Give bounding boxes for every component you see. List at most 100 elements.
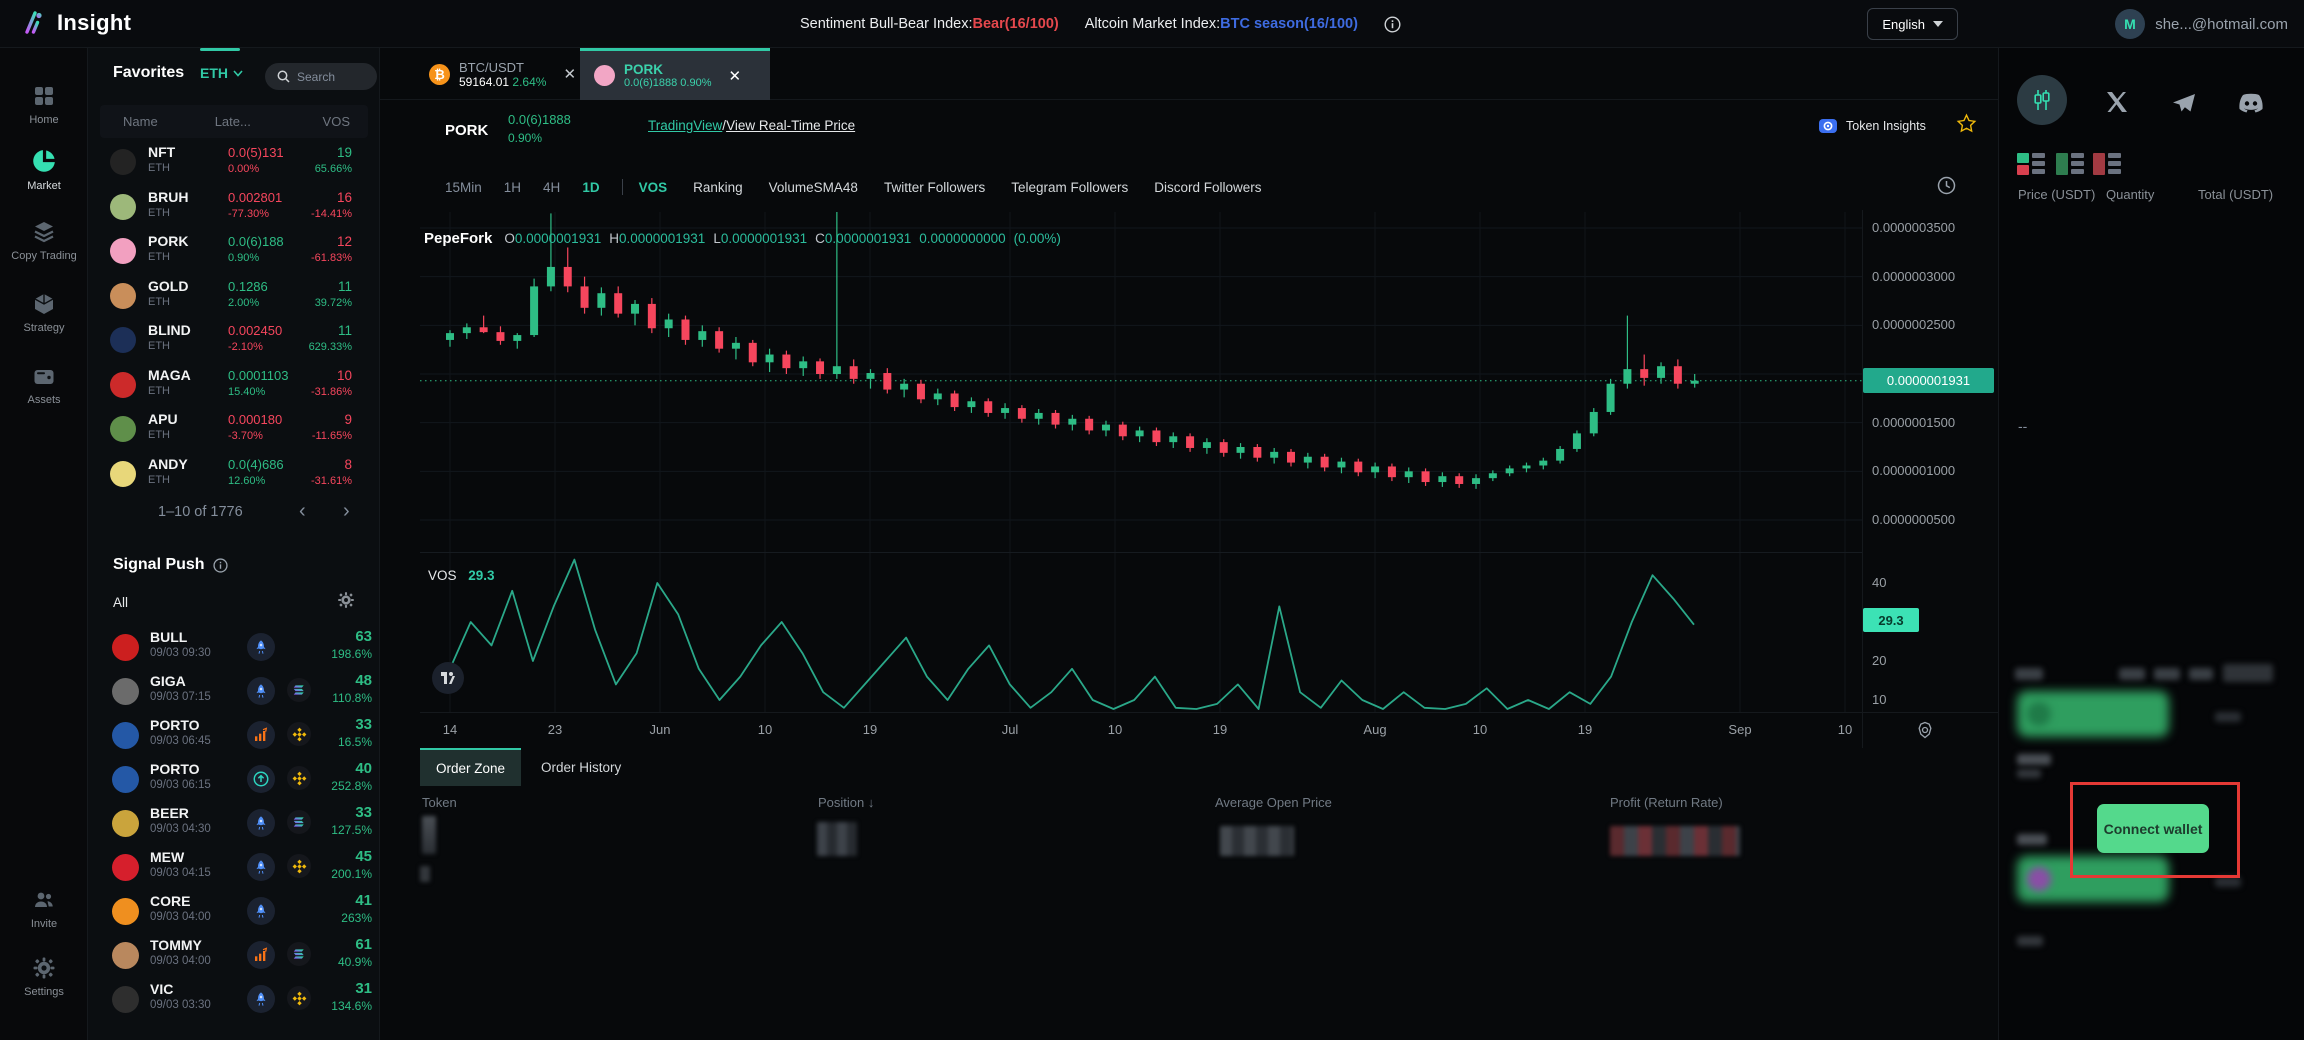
indicator-vos[interactable]: VOS — [639, 180, 668, 195]
tradingview-link[interactable]: TradingView — [648, 118, 722, 133]
orders-column-position[interactable]: Position ↓ — [818, 795, 874, 810]
tradingview-watermark-icon[interactable] — [432, 662, 464, 694]
discord-icon[interactable] — [2237, 93, 2265, 115]
search-input[interactable] — [297, 70, 367, 84]
vos-value-tag: 29.3 — [1863, 608, 1919, 632]
token-price: 0.002801 — [228, 190, 282, 205]
signal-row[interactable]: BULL 09/03 09:30 63 198.6% — [88, 626, 380, 670]
column-vos[interactable]: VOS — [323, 114, 350, 129]
signal-row[interactable]: TOMMY 09/03 04:00 61 40.9% — [88, 934, 380, 978]
x-twitter-icon[interactable] — [2105, 90, 2129, 114]
indicator-ranking[interactable]: Ranking — [693, 180, 743, 195]
signal-token-name: BULL — [150, 629, 187, 645]
orders-column-profit-return-rate-[interactable]: Profit (Return Rate) — [1610, 795, 1723, 810]
vos-indicator-chart[interactable] — [420, 552, 1998, 712]
book-view-bids-icon[interactable] — [2056, 153, 2086, 177]
time-tick: 23 — [548, 722, 562, 737]
watchlist-row[interactable]: ANDY ETH 0.0(4)686 12.60% 8 -31.61% — [88, 452, 380, 497]
signal-row[interactable]: PORTO 09/03 06:15 40 252.8% — [88, 758, 380, 802]
signal-filter-all[interactable]: All — [113, 595, 128, 610]
tab-order-history[interactable]: Order History — [521, 748, 641, 786]
account[interactable]: M she...@hotmail.com — [2115, 9, 2288, 39]
indicator-telegram-followers[interactable]: Telegram Followers — [1011, 180, 1128, 195]
token-vos: 19 — [337, 145, 352, 160]
sidebar-item-market[interactable]: Market — [0, 148, 88, 192]
column-latest[interactable]: Late... — [215, 114, 251, 129]
app-root: Insight Sentiment Bull-Bear Index:Bear(1… — [0, 0, 2304, 1040]
brand[interactable]: Insight — [20, 9, 131, 36]
prev-page-button[interactable]: ‹ — [299, 500, 306, 523]
signal-settings-gear-icon[interactable] — [337, 591, 355, 609]
orders-column-token[interactable]: Token — [422, 795, 457, 810]
search-box[interactable] — [265, 63, 377, 90]
signal-row[interactable]: MEW 09/03 04:15 45 200.1% — [88, 846, 380, 890]
price-tick: 0.0000001500 — [1872, 415, 1955, 430]
svg-text:M: M — [2124, 16, 2136, 32]
sidebar-item-strategy[interactable]: Strategy — [0, 292, 88, 334]
book-view-asks-icon[interactable] — [2093, 153, 2123, 177]
token-avatar — [110, 461, 136, 487]
sidebar-item-settings[interactable]: Settings — [0, 956, 88, 998]
time-tick: 10 — [1473, 722, 1487, 737]
favorite-star-icon[interactable] — [1956, 113, 1977, 134]
tab-order-zone[interactable]: Order Zone — [420, 748, 521, 786]
telegram-icon[interactable] — [2171, 92, 2197, 116]
watchlist-row[interactable]: APU ETH 0.000180 -3.70% 9 -11.65% — [88, 407, 380, 452]
watchlist-row[interactable]: BRUH ETH 0.002801 -77.30% 16 -14.41% — [88, 185, 380, 230]
signal-row[interactable]: BEER 09/03 04:30 33 127.5% — [88, 802, 380, 846]
signal-row[interactable]: PORTO 09/03 06:45 33 16.5% — [88, 714, 380, 758]
chain-filter-dropdown[interactable]: ETH — [200, 65, 243, 81]
signal-change: 127.5% — [331, 823, 372, 837]
time-axis[interactable]: 1423Jun1019Jul1019Aug1019Sep10 — [420, 712, 1998, 748]
sidebar-item-assets[interactable]: Assets — [0, 364, 88, 406]
timeframe-4h[interactable]: 4H — [543, 180, 560, 195]
signal-row[interactable]: GIGA 09/03 07:15 48 110.8% — [88, 670, 380, 714]
close-icon[interactable]: ✕ — [563, 65, 576, 83]
realtime-price-link[interactable]: View Real-Time Price — [726, 118, 855, 133]
pagination-text: 1–10 of 1776 — [158, 504, 243, 520]
orderbook-view-button[interactable] — [2017, 75, 2067, 125]
chart-up-icon — [247, 941, 275, 969]
indicator-discord-followers[interactable]: Discord Followers — [1154, 180, 1261, 195]
watchlist-row[interactable]: MAGA ETH 0.0001103 15.40% 10 -31.86% — [88, 363, 380, 408]
close-icon[interactable]: ✕ — [728, 67, 741, 85]
signal-row[interactable]: VIC 09/03 03:30 31 134.6% — [88, 978, 380, 1022]
watchlist-row[interactable]: PORK ETH 0.0(6)188 0.90% 12 -61.83% — [88, 229, 380, 274]
token-vos: 11 — [338, 323, 352, 338]
sidebar-item-home[interactable]: Home — [0, 84, 88, 126]
axis-settings-gear-icon[interactable] — [1915, 720, 1935, 740]
tab-pork[interactable]: PORK 0.0(6)1888 0.90% ✕ — [580, 48, 770, 100]
history-clock-icon[interactable] — [1937, 176, 1956, 195]
indicator-twitter-followers[interactable]: Twitter Followers — [884, 180, 985, 195]
signal-count: 63 — [355, 628, 372, 645]
tab-btc-usdt[interactable]: ₿ BTC/USDT 59164.01 2.64% ✕ — [415, 48, 590, 100]
ohlc-high: 0.0000001931 — [619, 231, 705, 246]
token-avatar — [112, 634, 139, 661]
book-view-both-icon[interactable] — [2017, 153, 2047, 177]
connect-wallet-button[interactable]: Connect wallet — [2097, 804, 2209, 853]
watchlist-row[interactable]: NFT ETH 0.0(5)131 0.00% 19 65.66% — [88, 140, 380, 185]
timeframe-15min[interactable]: 15Min — [445, 180, 482, 195]
timeframe-1h[interactable]: 1H — [504, 180, 521, 195]
signal-change: 252.8% — [331, 779, 372, 793]
candlestick-chart[interactable] — [420, 212, 1998, 552]
sidebar-item-invite[interactable]: Invite — [0, 888, 88, 930]
indicator-volumesma48[interactable]: VolumeSMA48 — [769, 180, 858, 195]
next-page-button[interactable]: › — [343, 500, 350, 523]
timeframe-1d[interactable]: 1D — [582, 180, 599, 195]
token-insights-button[interactable]: Token Insights — [1818, 116, 1926, 136]
pane-divider[interactable] — [420, 552, 1862, 553]
column-name[interactable]: Name — [123, 114, 158, 129]
sentiment-index: Sentiment Bull-Bear Index:Bear(16/100) — [800, 16, 1059, 32]
language-selector[interactable]: English — [1867, 8, 1958, 40]
info-icon[interactable] — [213, 558, 228, 573]
signal-push-title: Signal Push — [113, 556, 228, 574]
orders-column-average-open-price[interactable]: Average Open Price — [1215, 795, 1332, 810]
signal-row[interactable]: CORE 09/03 04:00 41 263% — [88, 890, 380, 934]
watchlist-row[interactable]: GOLD ETH 0.1286 2.00% 11 39.72% — [88, 274, 380, 319]
watchlist-row[interactable]: BLIND ETH 0.002450 -2.10% 11 629.33% — [88, 318, 380, 363]
wallet-icon — [32, 364, 56, 388]
sidebar-item-copy-trading[interactable]: Copy Trading — [0, 220, 88, 262]
token-avatar — [112, 678, 139, 705]
info-icon[interactable] — [1384, 16, 1401, 33]
